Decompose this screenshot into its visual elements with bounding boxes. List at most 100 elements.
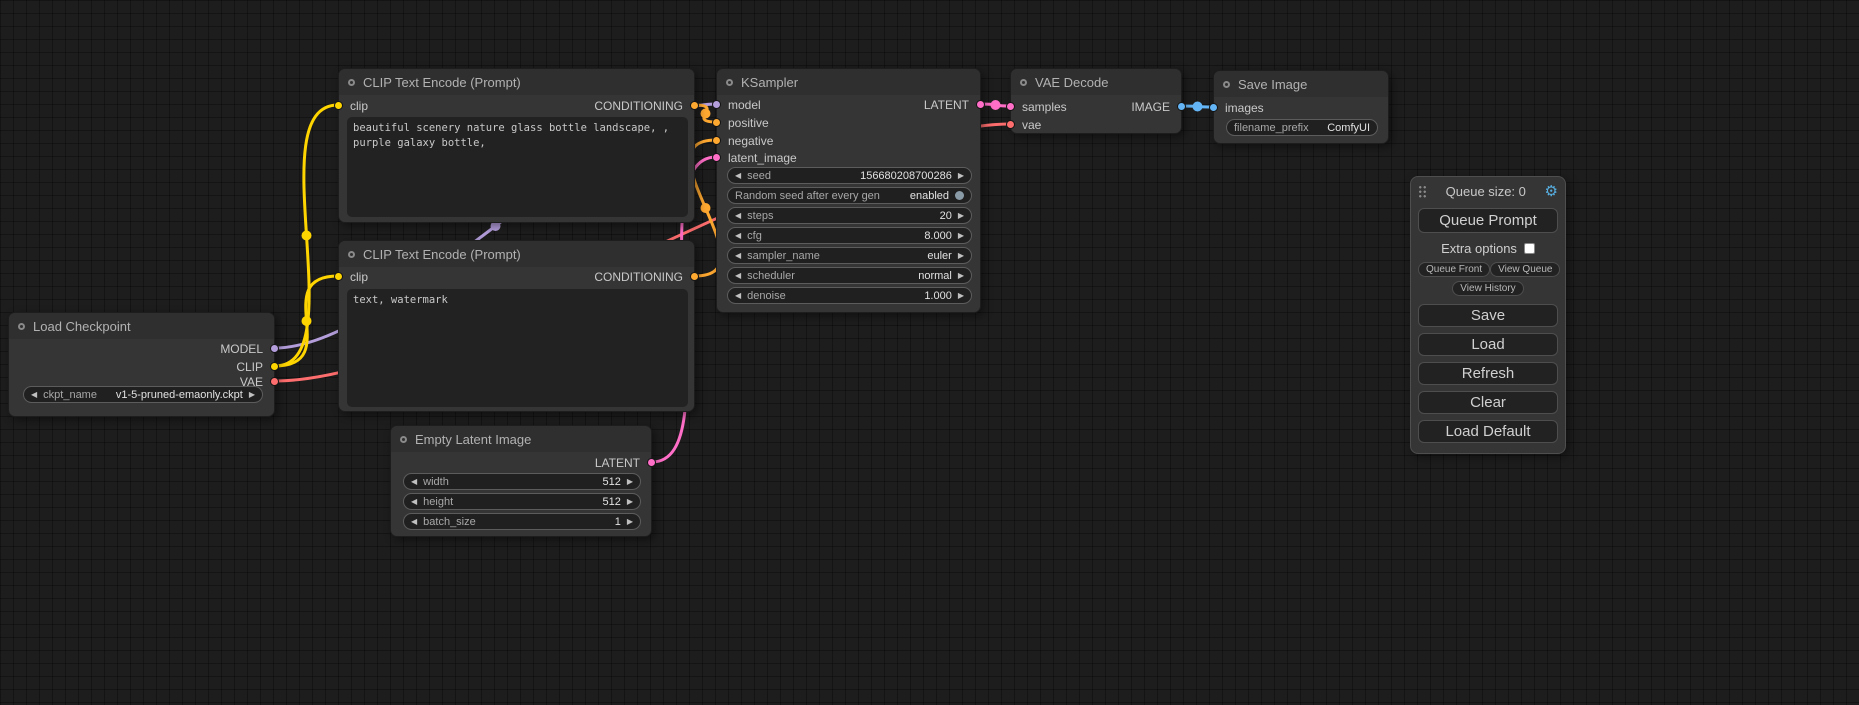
clear-button[interactable]: Clear [1418,391,1558,414]
widget-value: 156680208700286 [860,170,952,182]
widget-value: 512 [602,496,620,508]
view-history-button[interactable]: View History [1452,281,1523,296]
images-input-dot[interactable] [1209,103,1218,112]
increment-arrow-icon[interactable]: ▶ [958,171,964,180]
node-title-bar[interactable]: KSampler [717,69,980,95]
increment-arrow-icon[interactable]: ▶ [958,231,964,240]
decrement-arrow-icon[interactable]: ◀ [735,171,741,180]
collapse-dot-icon[interactable] [726,79,733,86]
latent-output-dot[interactable] [647,458,656,467]
port-images-input: images [1225,101,1264,115]
height-widget[interactable]: ◀ height 512 ▶ [403,493,641,510]
collapse-dot-icon[interactable] [400,436,407,443]
cfg-widget[interactable]: ◀ cfg 8.000 ▶ [727,227,972,244]
port-clip-input: clip [350,270,368,284]
width-widget[interactable]: ◀ width 512 ▶ [403,473,641,490]
clip-input-dot[interactable] [334,101,343,110]
queue-prompt-button[interactable]: Queue Prompt [1418,208,1558,233]
link-midpoint-dot [991,100,1001,110]
collapse-dot-icon[interactable] [1020,79,1027,86]
seed-widget[interactable]: ◀ seed 156680208700286 ▶ [727,167,972,184]
increment-arrow-icon[interactable]: ▶ [627,517,633,526]
decrement-arrow-icon[interactable]: ◀ [735,211,741,220]
vae-output-dot[interactable] [270,377,279,386]
extra-options-checkbox[interactable] [1524,243,1535,254]
negative-prompt-textarea[interactable]: text, watermark [347,289,688,407]
scheduler-widget[interactable]: ◀ scheduler normal ▶ [727,267,972,284]
node-clip-text-encode-positive[interactable]: CLIP Text Encode (Prompt) clip CONDITION… [338,68,695,223]
node-empty-latent-image[interactable]: Empty Latent Image LATENT ◀ width 512 ▶ … [390,425,652,537]
node-load-checkpoint[interactable]: Load Checkpoint MODEL CLIP VAE ◀ ckpt_na… [8,312,275,417]
random-seed-toggle-widget[interactable]: Random seed after every gen enabled [727,187,972,204]
decrement-arrow-icon[interactable]: ◀ [411,517,417,526]
filename-prefix-widget[interactable]: filename_prefix ComfyUI [1226,119,1378,136]
positive-prompt-textarea[interactable]: beautiful scenery nature glass bottle la… [347,117,688,217]
conditioning-output-dot[interactable] [690,101,699,110]
node-ksampler[interactable]: KSampler model positive negative latent_… [716,68,981,313]
increment-arrow-icon[interactable]: ▶ [249,390,255,399]
decrement-arrow-icon[interactable]: ◀ [735,291,741,300]
collapse-dot-icon[interactable] [348,251,355,258]
vae-input-dot[interactable] [1006,120,1015,129]
collapse-dot-icon[interactable] [18,323,25,330]
node-title-bar[interactable]: CLIP Text Encode (Prompt) [339,69,694,95]
view-queue-button[interactable]: View Queue [1490,262,1560,277]
drag-handle-icon[interactable] [1418,185,1427,198]
widget-value: normal [918,270,952,282]
widget-value: enabled [910,190,949,202]
model-output-dot[interactable] [270,344,279,353]
node-vae-decode[interactable]: VAE Decode samples vae IMAGE [1010,68,1182,134]
widget-name: scheduler [747,270,795,282]
image-output-dot[interactable] [1177,102,1186,111]
increment-arrow-icon[interactable]: ▶ [958,291,964,300]
clip-input-dot[interactable] [334,272,343,281]
load-default-button[interactable]: Load Default [1418,420,1558,443]
node-title-bar[interactable]: CLIP Text Encode (Prompt) [339,241,694,267]
node-save-image[interactable]: Save Image images filename_prefix ComfyU… [1213,70,1389,144]
latent-image-input-dot[interactable] [712,153,721,162]
decrement-arrow-icon[interactable]: ◀ [735,271,741,280]
clip-output-dot[interactable] [270,362,279,371]
node-clip-text-encode-negative[interactable]: CLIP Text Encode (Prompt) clip CONDITION… [338,240,695,412]
toggle-dot-icon[interactable] [955,191,964,200]
negative-input-dot[interactable] [712,136,721,145]
collapse-dot-icon[interactable] [348,79,355,86]
increment-arrow-icon[interactable]: ▶ [958,211,964,220]
decrement-arrow-icon[interactable]: ◀ [735,231,741,240]
batch-size-widget[interactable]: ◀ batch_size 1 ▶ [403,513,641,530]
denoise-widget[interactable]: ◀ denoise 1.000 ▶ [727,287,972,304]
node-title-bar[interactable]: Empty Latent Image [391,426,651,452]
sampler-name-widget[interactable]: ◀ sampler_name euler ▶ [727,247,972,264]
node-title-bar[interactable]: Load Checkpoint [9,313,274,339]
conditioning-output-dot[interactable] [690,272,699,281]
increment-arrow-icon[interactable]: ▶ [627,477,633,486]
widget-name: ckpt_name [43,389,97,401]
save-button[interactable]: Save [1418,304,1558,327]
refresh-button[interactable]: Refresh [1418,362,1558,385]
model-input-dot[interactable] [712,100,721,109]
queue-panel[interactable]: Queue size: 0 ⚙ Queue Prompt Extra optio… [1410,176,1566,454]
widget-value: 1 [615,516,621,528]
link-clip-to-negative [275,276,338,366]
increment-arrow-icon[interactable]: ▶ [627,497,633,506]
node-title: VAE Decode [1035,75,1108,90]
increment-arrow-icon[interactable]: ▶ [958,271,964,280]
steps-widget[interactable]: ◀ steps 20 ▶ [727,207,972,224]
decrement-arrow-icon[interactable]: ◀ [411,497,417,506]
increment-arrow-icon[interactable]: ▶ [958,251,964,260]
load-button[interactable]: Load [1418,333,1558,356]
graph-canvas[interactable]: Load Checkpoint MODEL CLIP VAE ◀ ckpt_na… [0,0,1859,705]
node-title-bar[interactable]: Save Image [1214,71,1388,97]
latent-output-dot[interactable] [976,100,985,109]
ckpt-name-widget[interactable]: ◀ ckpt_name v1-5-pruned-emaonly.ckpt ▶ [23,386,263,403]
port-negative-input: negative [728,134,773,148]
decrement-arrow-icon[interactable]: ◀ [31,390,37,399]
collapse-dot-icon[interactable] [1223,81,1230,88]
queue-front-button[interactable]: Queue Front [1418,262,1490,277]
decrement-arrow-icon[interactable]: ◀ [735,251,741,260]
settings-gear-icon[interactable]: ⚙ [1545,184,1558,199]
samples-input-dot[interactable] [1006,102,1015,111]
decrement-arrow-icon[interactable]: ◀ [411,477,417,486]
positive-input-dot[interactable] [712,118,721,127]
node-title-bar[interactable]: VAE Decode [1011,69,1181,95]
